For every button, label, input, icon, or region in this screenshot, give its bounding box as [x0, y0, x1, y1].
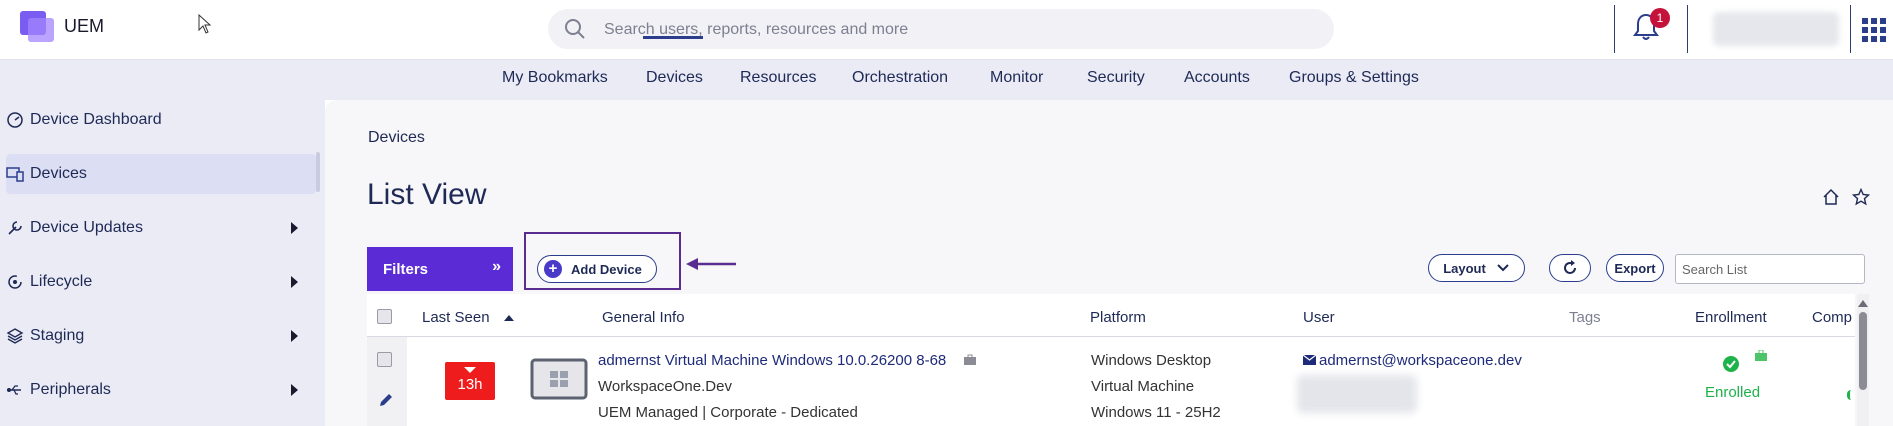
- last-seen-value: 13h: [457, 376, 483, 393]
- layout-dropdown-button[interactable]: Layout: [1428, 254, 1525, 282]
- row-action-strip: [367, 337, 407, 426]
- expand-arrow-icon[interactable]: [291, 276, 298, 288]
- enrollment-status: Enrolled: [1705, 384, 1761, 401]
- column-header-enrollment[interactable]: Enrollment: [1695, 309, 1767, 326]
- platform-line-1: Windows Desktop: [1091, 352, 1212, 369]
- device-management: UEM Managed | Corporate - Dedicated: [598, 404, 858, 421]
- column-header-platform[interactable]: Platform: [1090, 309, 1146, 326]
- sidebar-item-label: Staging: [30, 327, 85, 344]
- plus-circle-icon: +: [544, 260, 562, 278]
- select-all-checkbox[interactable]: [377, 309, 392, 324]
- filters-label: Filters: [383, 261, 429, 278]
- filters-button[interactable]: Filters »: [367, 247, 513, 291]
- nav-security[interactable]: Security: [1087, 69, 1145, 87]
- nav-resources[interactable]: Resources: [740, 69, 816, 87]
- nav-my-bookmarks[interactable]: My Bookmarks: [502, 69, 608, 87]
- wrench-icon: [8, 221, 22, 235]
- sidebar-scrollbar[interactable]: [316, 152, 320, 192]
- usb-icon: [7, 385, 21, 395]
- edit-pencil-icon[interactable]: [378, 392, 394, 408]
- home-icon[interactable]: [1822, 188, 1840, 206]
- table-header: Last Seen General Info Platform User Tag…: [367, 294, 1855, 337]
- search-list-input[interactable]: [1675, 254, 1865, 284]
- search-icon: [565, 19, 585, 39]
- main-nav: My Bookmarks Devices Resources Orchestra…: [0, 60, 1893, 100]
- briefcase-icon: [964, 354, 976, 365]
- column-header-last-seen[interactable]: Last Seen: [422, 309, 490, 326]
- device-org: WorkspaceOne.Dev: [598, 378, 732, 395]
- add-device-label: Add Device: [571, 261, 642, 277]
- sidebar-item-peripherals[interactable]: Peripherals: [6, 370, 316, 410]
- double-chevron-right-icon: »: [492, 258, 501, 275]
- chevron-down-icon: [1497, 264, 1509, 272]
- devices-icon: [6, 167, 24, 182]
- sidebar-item-label: Peripherals: [30, 381, 111, 398]
- user-menu[interactable]: [1713, 12, 1839, 46]
- row-checkbox[interactable]: [377, 352, 392, 367]
- scrollbar-thumb[interactable]: [1859, 312, 1867, 390]
- export-label: Export: [1614, 260, 1656, 276]
- sidebar-item-label: Device Dashboard: [30, 111, 162, 128]
- refresh-button[interactable]: [1549, 254, 1591, 282]
- sidebar-item-device-dashboard[interactable]: Device Dashboard: [6, 100, 316, 140]
- windows-device-icon: [530, 358, 588, 400]
- sidebar-item-devices[interactable]: Devices: [6, 154, 316, 194]
- last-seen-badge: 13h: [445, 362, 495, 400]
- layout-label: Layout: [1443, 260, 1486, 276]
- divider: [1850, 5, 1851, 53]
- user-email-link[interactable]: admernst@workspaceone.dev: [1319, 352, 1522, 369]
- sidebar-item-label: Lifecycle: [30, 273, 93, 290]
- sidebar-item-label: Devices: [30, 165, 87, 182]
- redacted-user-info: [1297, 375, 1417, 413]
- sidebar: Device Dashboard Devices Device Updates …: [0, 100, 325, 426]
- global-search[interactable]: [548, 9, 1334, 51]
- nav-monitor[interactable]: Monitor: [990, 69, 1043, 87]
- scroll-up-icon[interactable]: [1857, 298, 1869, 308]
- device-name-link[interactable]: admernst Virtual Machine Windows 10.0.26…: [598, 352, 946, 369]
- sidebar-item-label: Device Updates: [30, 219, 143, 236]
- expand-arrow-icon[interactable]: [291, 330, 298, 342]
- app-title: UEM: [64, 16, 104, 36]
- dashboard-icon: [7, 112, 23, 128]
- search-input[interactable]: [602, 9, 1306, 51]
- breadcrumb[interactable]: Devices: [368, 129, 425, 147]
- expand-arrow-icon[interactable]: [291, 222, 298, 234]
- add-device-button[interactable]: + Add Device: [537, 255, 657, 283]
- star-icon[interactable]: [1852, 188, 1870, 206]
- uem-logo-icon[interactable]: [20, 11, 56, 43]
- expand-arrow-icon[interactable]: [291, 384, 298, 396]
- platform-line-2: Virtual Machine: [1091, 378, 1195, 395]
- divider: [1687, 5, 1688, 53]
- active-tab-indicator: [643, 36, 703, 39]
- export-button[interactable]: Export: [1606, 254, 1664, 282]
- platform-line-3: Windows 11 - 25H2: [1091, 404, 1221, 421]
- lifecycle-icon: [8, 275, 22, 289]
- caret-down-icon: [464, 367, 476, 373]
- check-circle-icon: [1723, 356, 1739, 372]
- email-icon: [1303, 355, 1316, 365]
- notification-badge: 1: [1650, 8, 1670, 28]
- briefcase-icon: [1755, 350, 1767, 361]
- layers-icon: [6, 328, 24, 344]
- column-header-general-info[interactable]: General Info: [602, 309, 685, 326]
- column-header-user[interactable]: User: [1303, 309, 1335, 326]
- device-table: Last Seen General Info Platform User Tag…: [367, 294, 1855, 426]
- annotation-arrow-icon: [686, 258, 736, 270]
- divider: [1614, 5, 1615, 53]
- sort-ascending-icon[interactable]: [504, 315, 514, 321]
- sidebar-item-staging[interactable]: Staging: [6, 316, 316, 356]
- nav-accounts[interactable]: Accounts: [1184, 69, 1250, 87]
- sidebar-item-device-updates[interactable]: Device Updates: [6, 208, 316, 248]
- page-title: List View: [367, 178, 487, 211]
- sidebar-item-lifecycle[interactable]: Lifecycle: [6, 262, 316, 302]
- nav-orchestration[interactable]: Orchestration: [852, 69, 948, 87]
- nav-devices[interactable]: Devices: [646, 69, 703, 87]
- app-launcher-icon[interactable]: [1862, 18, 1886, 42]
- refresh-icon: [1564, 260, 1576, 274]
- nav-groups-settings[interactable]: Groups & Settings: [1289, 69, 1419, 87]
- column-header-compliance[interactable]: Comp: [1812, 309, 1852, 326]
- mouse-cursor-icon: [198, 14, 212, 34]
- column-header-tags[interactable]: Tags: [1569, 309, 1601, 326]
